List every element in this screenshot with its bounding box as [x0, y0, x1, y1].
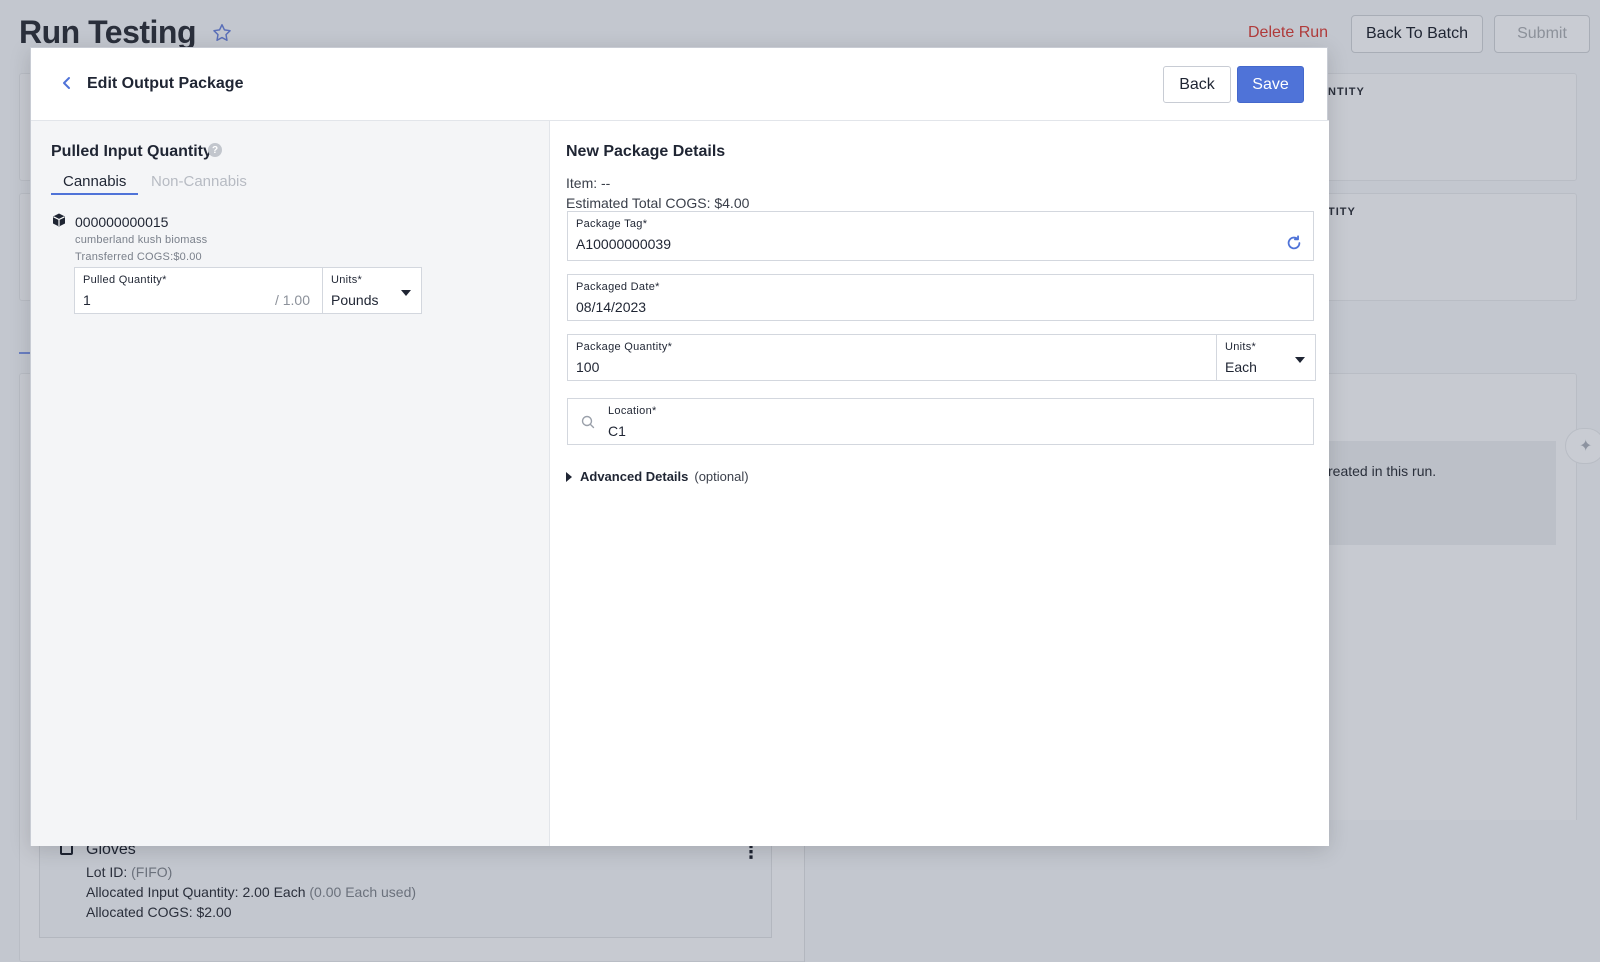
card-label-1: NTITY [1328, 86, 1365, 98]
package-units-select[interactable]: Units* Each [1216, 334, 1316, 381]
back-to-batch-button[interactable]: Back To Batch [1351, 15, 1483, 53]
package-quantity-input[interactable]: 100 [576, 359, 599, 375]
packaged-date-input[interactable]: 08/14/2023 [576, 299, 646, 315]
package-id: 000000000015 [75, 214, 169, 230]
tab-non-cannabis[interactable]: Non-Cannabis [139, 173, 259, 193]
packaged-date-field[interactable]: Packaged Date* 08/14/2023 [567, 274, 1314, 321]
package-name: cumberland kush biomass [75, 234, 208, 246]
allocated-quantity-used: (0.00 Each used) [309, 884, 417, 900]
help-icon[interactable]: ? [208, 143, 222, 157]
modal-title: Edit Output Package [87, 75, 244, 92]
pulled-quantity-label: Pulled Quantity* [83, 274, 167, 286]
new-package-title: New Package Details [566, 143, 726, 160]
location-label: Location* [608, 405, 657, 417]
location-input[interactable]: C1 [608, 423, 626, 439]
pulled-input-pane: Pulled Input Quantity ? Cannabis Non-Can… [31, 121, 550, 846]
package-units-value: Each [1225, 359, 1257, 375]
pulled-units-select[interactable]: Units* Pounds [322, 267, 422, 314]
tab-cannabis[interactable]: Cannabis [51, 173, 139, 195]
allocated-cogs-value: $2.00 [196, 904, 232, 920]
pulled-quantity-field[interactable]: Pulled Quantity* 1 / 1.00 [74, 267, 323, 314]
advanced-details-toggle[interactable]: Advanced Details (optional) [566, 469, 749, 484]
lot-id-value: (FIFO) [131, 864, 173, 880]
delete-run-button[interactable]: Delete Run [1248, 24, 1328, 42]
package-quantity-label: Package Quantity* [576, 341, 673, 353]
sparkle-icon: ✦ [1579, 438, 1593, 455]
pulled-quantity-input[interactable]: 1 [83, 292, 91, 308]
submit-button[interactable]: Submit [1494, 15, 1590, 53]
advanced-details-label: Advanced Details [580, 469, 689, 484]
modal-header: Edit Output Package Back Save [31, 48, 1329, 121]
chevron-down-icon [401, 290, 411, 296]
lot-id-label: Lot ID: [86, 864, 128, 880]
allocated-quantity-value: 2.00 Each [242, 884, 306, 900]
new-package-pane: New Package Details Item: -- Estimated T… [550, 121, 1329, 846]
allocated-quantity-label: Allocated Input Quantity: [86, 884, 239, 900]
package-tag-field[interactable]: Package Tag* A10000000039 [567, 211, 1314, 261]
package-tag-input[interactable]: A10000000039 [576, 236, 671, 252]
search-icon [581, 415, 595, 429]
chevron-left-icon[interactable] [57, 73, 77, 93]
refresh-icon[interactable] [1285, 234, 1303, 252]
package-quantity-field[interactable]: Package Quantity* 100 [567, 334, 1217, 381]
allocated-cogs-label: Allocated COGS: [86, 904, 193, 920]
pulled-units-label: Units* [331, 274, 363, 286]
chevron-down-icon [1295, 357, 1305, 363]
package-units-label: Units* [1225, 341, 1257, 353]
star-icon[interactable] [211, 22, 233, 44]
allocated-quantity-line: Allocated Input Quantity: 2.00 Each (0.0… [86, 884, 416, 900]
pulled-input-title: Pulled Input Quantity [51, 143, 212, 160]
save-button[interactable]: Save [1237, 66, 1304, 103]
pulled-quantity-max: / 1.00 [274, 292, 310, 308]
location-field[interactable]: Location* C1 [567, 398, 1314, 445]
caret-right-icon [566, 471, 572, 482]
packaged-date-label: Packaged Date* [576, 281, 660, 293]
estimated-cogs-line: Estimated Total COGS: $4.00 [566, 195, 750, 211]
pulled-units-value: Pounds [331, 292, 379, 308]
page-title: Run Testing [19, 14, 197, 50]
transferred-cogs: Transferred COGS:$0.00 [75, 251, 202, 263]
item-line: Item: -- [566, 175, 611, 191]
back-button[interactable]: Back [1163, 66, 1231, 103]
edit-output-package-modal: Edit Output Package Back Save Pulled Inp… [30, 47, 1329, 846]
package-tag-label: Package Tag* [576, 218, 648, 230]
allocated-cogs-line: Allocated COGS: $2.00 [86, 904, 232, 920]
lot-id-line: Lot ID: (FIFO) [86, 864, 172, 880]
package-icon [53, 213, 65, 227]
assistant-button[interactable]: ✦ [1565, 428, 1600, 464]
advanced-details-optional: (optional) [694, 469, 749, 484]
card-label-2: TITY [1328, 206, 1356, 218]
info-text: reated in this run. [1328, 463, 1437, 479]
